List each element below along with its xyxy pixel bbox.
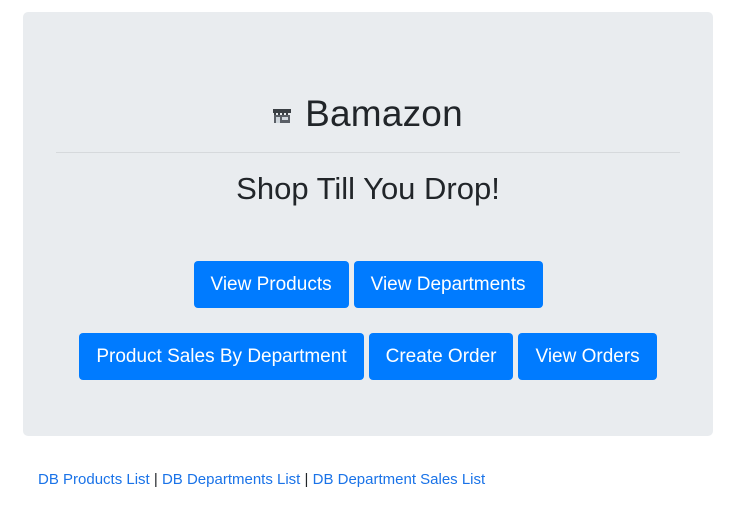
hero-panel: Bamazon Shop Till You Drop! View Product…: [23, 12, 713, 436]
store-icon: [273, 109, 292, 123]
button-row-2: Product Sales By Department Create Order…: [23, 333, 713, 380]
page-title: Bamazon: [305, 93, 463, 134]
create-order-button[interactable]: Create Order: [368, 333, 514, 380]
divider: [56, 152, 680, 153]
page-subtitle: Shop Till You Drop!: [236, 171, 500, 206]
title-row: Bamazon: [23, 90, 713, 138]
product-sales-by-department-button[interactable]: Product Sales By Department: [79, 333, 364, 380]
page: Bamazon Shop Till You Drop! View Product…: [0, 0, 735, 508]
link-separator: |: [153, 471, 158, 488]
view-departments-button[interactable]: View Departments: [353, 261, 543, 308]
footer-links: DB Products List | DB Departments List |…: [38, 470, 485, 490]
db-products-list-link[interactable]: DB Products List: [38, 471, 150, 488]
button-row-1: View Products View Departments: [23, 261, 713, 308]
view-orders-button[interactable]: View Orders: [518, 333, 657, 380]
db-department-sales-list-link[interactable]: DB Department Sales List: [313, 471, 486, 488]
link-separator: |: [304, 471, 309, 488]
view-products-button[interactable]: View Products: [193, 261, 349, 308]
db-departments-list-link[interactable]: DB Departments List: [162, 471, 300, 488]
